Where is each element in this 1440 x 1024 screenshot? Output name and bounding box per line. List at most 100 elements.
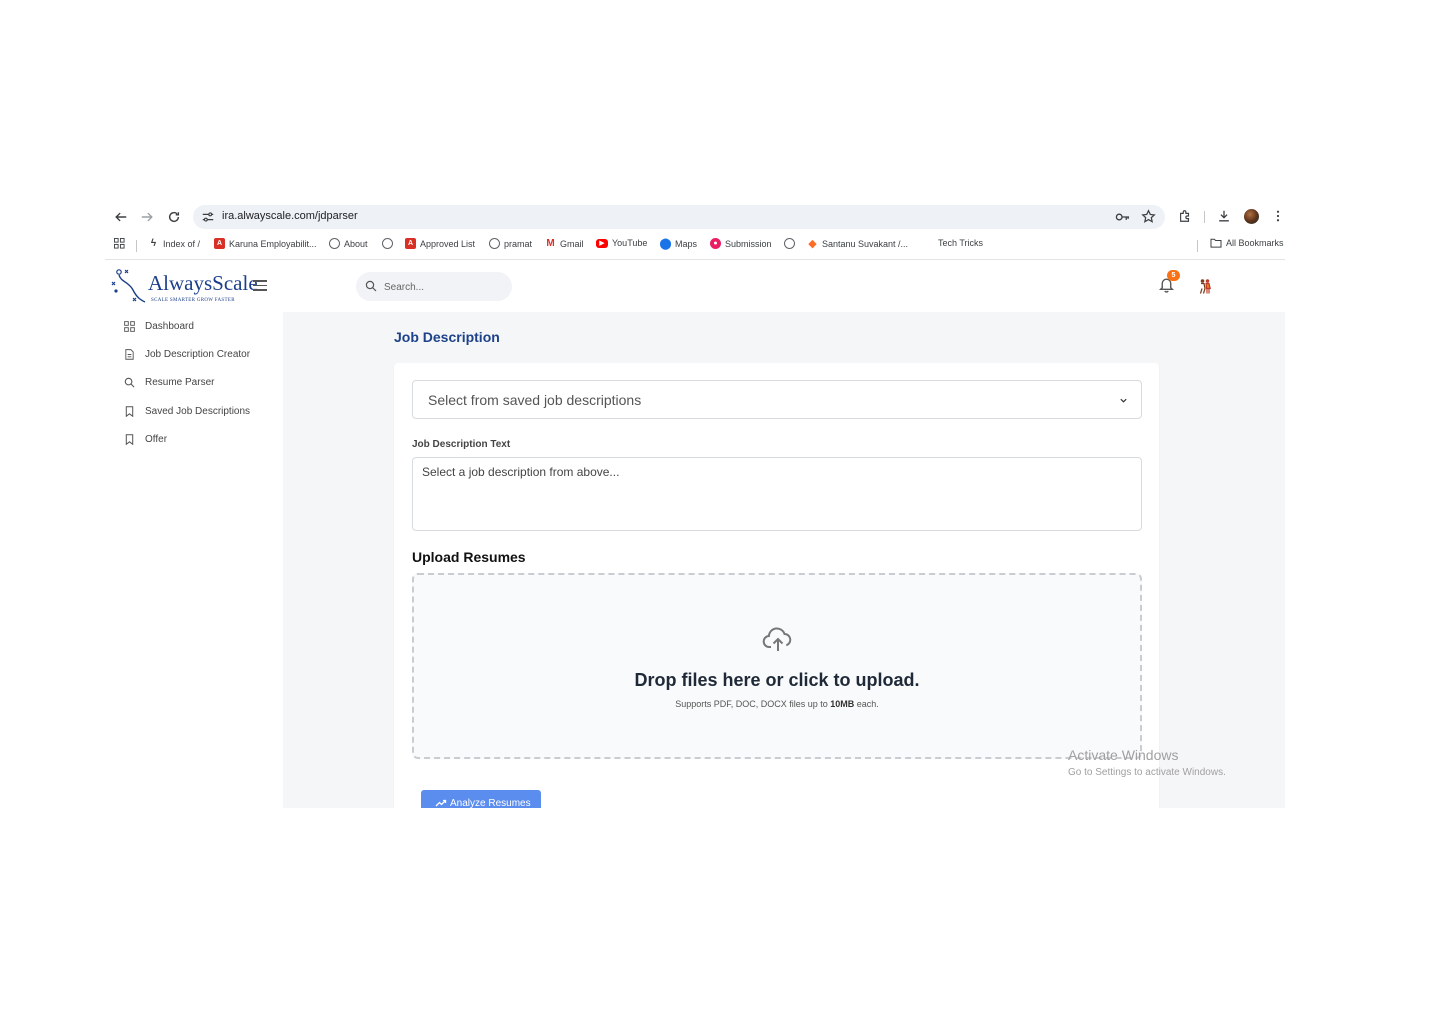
sidebar-item-label: Dashboard — [145, 320, 194, 332]
search-bar[interactable] — [356, 272, 512, 301]
back-icon[interactable] — [111, 207, 131, 227]
bookmark-divider — [136, 240, 137, 252]
resume-dropzone[interactable]: Drop files here or click to upload. Supp… — [412, 573, 1142, 759]
maps-icon: ⬤ — [659, 238, 672, 250]
chevron-down-icon — [1120, 398, 1127, 403]
all-bookmarks-label: All Bookmarks — [1226, 238, 1284, 248]
bookmark-approved-list[interactable]: A Approved List — [405, 238, 475, 249]
globe-icon — [329, 238, 340, 249]
menu-toggle-icon[interactable] — [253, 280, 267, 292]
bookmark-index-of[interactable]: ϟ Index of / — [148, 238, 200, 249]
bookmark-divider — [1197, 240, 1198, 252]
bookmark-icon — [123, 433, 135, 445]
sidebar-item-job-description-creator[interactable]: Job Description Creator — [123, 345, 250, 363]
bookmark-globe[interactable] — [382, 238, 393, 249]
job-description-textarea[interactable]: Select a job description from above... — [412, 457, 1142, 531]
bookmark-pramat[interactable]: pramat — [489, 238, 532, 249]
angular-icon: A — [214, 238, 225, 249]
textarea-placeholder: Select a job description from above... — [422, 465, 620, 479]
bookmark-globe-2[interactable] — [784, 238, 795, 249]
toolbar-divider — [1204, 211, 1205, 223]
watermark-line-2: Go to Settings to activate Windows. — [1068, 767, 1226, 778]
bookmark-karuna[interactable]: A Karuna Employabilit... — [214, 238, 317, 249]
globe-icon — [784, 238, 795, 249]
url-text[interactable]: ira.alwayscale.com/jdparser — [222, 210, 358, 222]
download-icon[interactable] — [1216, 208, 1232, 224]
sidebar-item-label: Resume Parser — [145, 376, 215, 388]
bookmark-label: Approved List — [420, 238, 476, 249]
watermark-line-1: Activate Windows — [1068, 747, 1179, 763]
globe-icon — [489, 238, 500, 249]
forward-icon[interactable] — [137, 207, 157, 227]
bookmark-label: pramat — [504, 238, 533, 249]
bookmark-label: Karuna Employabilit... — [229, 238, 317, 249]
notification-badge: 5 — [1167, 270, 1180, 281]
cloud-upload-icon — [762, 627, 792, 651]
bookmark-tech-tricks[interactable]: Tech Tricks — [938, 238, 983, 248]
bookmark-label: Maps — [675, 238, 698, 249]
bookmark-label: Submission — [725, 238, 772, 249]
angular-icon: A — [405, 238, 416, 249]
password-key-icon[interactable] — [1115, 210, 1130, 224]
sidebar-item-saved-job-descriptions[interactable]: Saved Job Descriptions — [123, 402, 250, 420]
profile-avatar[interactable] — [1244, 209, 1259, 224]
youtube-icon: ▶ — [596, 238, 608, 248]
job-description-text-label: Job Description Text — [412, 439, 511, 450]
apps-grid-icon[interactable] — [114, 238, 125, 249]
bookmark-youtube[interactable]: ▶ YouTube — [596, 238, 647, 248]
analyze-resumes-button[interactable]: Analyze Resumes — [421, 790, 541, 808]
address-bar[interactable]: ira.alwayscale.com/jdparser — [193, 205, 1165, 229]
bookmark-label: Index of / — [163, 238, 201, 249]
bookmark-label: Gmail — [560, 238, 584, 249]
job-description-card: Select from saved job descriptions Job D… — [394, 363, 1159, 808]
bookmarks-bar: ϟ Index of / A Karuna Employabilit... Abou… — [105, 234, 1285, 256]
submission-icon: ● — [710, 238, 721, 249]
sidebar-item-label: Job Description Creator — [145, 348, 251, 360]
search-icon — [123, 376, 135, 388]
activate-windows-watermark: Activate Windows Go to Settings to activ… — [1068, 747, 1226, 778]
bookmark-santanu[interactable]: ◆ Santanu Suvakant /... — [807, 238, 909, 250]
browser-window: ira.alwayscale.com/jdparser ϟ Index of / … — [105, 200, 1285, 808]
bookmark-label: Tech Tricks — [938, 238, 984, 248]
topbar: 5 — [283, 260, 1285, 312]
grid-icon — [123, 320, 135, 332]
extensions-icon[interactable] — [1177, 208, 1193, 224]
sidebar-item-dashboard[interactable]: Dashboard — [123, 317, 194, 335]
globe-icon — [382, 238, 393, 249]
flash-icon: ϟ — [150, 238, 157, 249]
logo-name: AlwaysScale — [148, 271, 258, 295]
all-bookmarks[interactable]: All Bookmarks — [1210, 238, 1284, 248]
app: AlwaysScale SCALE SMARTER GROW FASTER Da… — [105, 260, 1285, 808]
sidebar-item-label: Saved Job Descriptions — [145, 405, 251, 417]
bookmark-maps[interactable]: ⬤ Maps — [659, 238, 698, 250]
reload-icon[interactable] — [164, 207, 184, 227]
saved-job-description-select[interactable]: Select from saved job descriptions — [412, 380, 1142, 419]
dropzone-subtitle-prefix: Supports PDF, DOC, DOCX files up to — [675, 699, 831, 709]
dropzone-subtitle-suffix: each. — [854, 699, 879, 709]
logo[interactable]: AlwaysScale SCALE SMARTER GROW FASTER — [111, 268, 271, 308]
bookmark-about[interactable]: About — [329, 238, 368, 249]
search-input[interactable] — [384, 279, 504, 295]
gitlab-icon: ◆ — [808, 238, 817, 250]
select-value: Select from saved job descriptions — [428, 392, 642, 408]
upload-resumes-heading: Upload Resumes — [412, 549, 526, 565]
sidebar-item-resume-parser[interactable]: Resume Parser — [123, 373, 214, 391]
bookmark-gmail[interactable]: M Gmail — [545, 238, 584, 249]
bookmark-submission[interactable]: ● Submission — [710, 238, 772, 249]
kebab-menu-icon[interactable] — [1270, 208, 1285, 224]
site-settings-icon[interactable] — [201, 210, 215, 224]
dropzone-title: Drop files here or click to upload. — [634, 670, 920, 690]
trending-up-icon — [435, 799, 447, 807]
folder-icon — [1210, 238, 1222, 248]
bookmark-label: YouTube — [612, 238, 648, 248]
user-avatar-icon[interactable] — [1198, 278, 1212, 294]
page-title: Job Description — [394, 329, 500, 345]
bookmark-label: About — [344, 238, 368, 249]
bookmark-icon — [123, 405, 135, 417]
bookmark-label: Santanu Suvakant /... — [822, 238, 909, 249]
logo-mark-icon — [111, 269, 146, 303]
sidebar-item-offer[interactable]: Offer — [123, 430, 167, 448]
document-icon — [123, 348, 135, 360]
bookmark-star-icon[interactable] — [1141, 209, 1156, 224]
dropzone-size-limit: 10MB — [830, 699, 855, 709]
